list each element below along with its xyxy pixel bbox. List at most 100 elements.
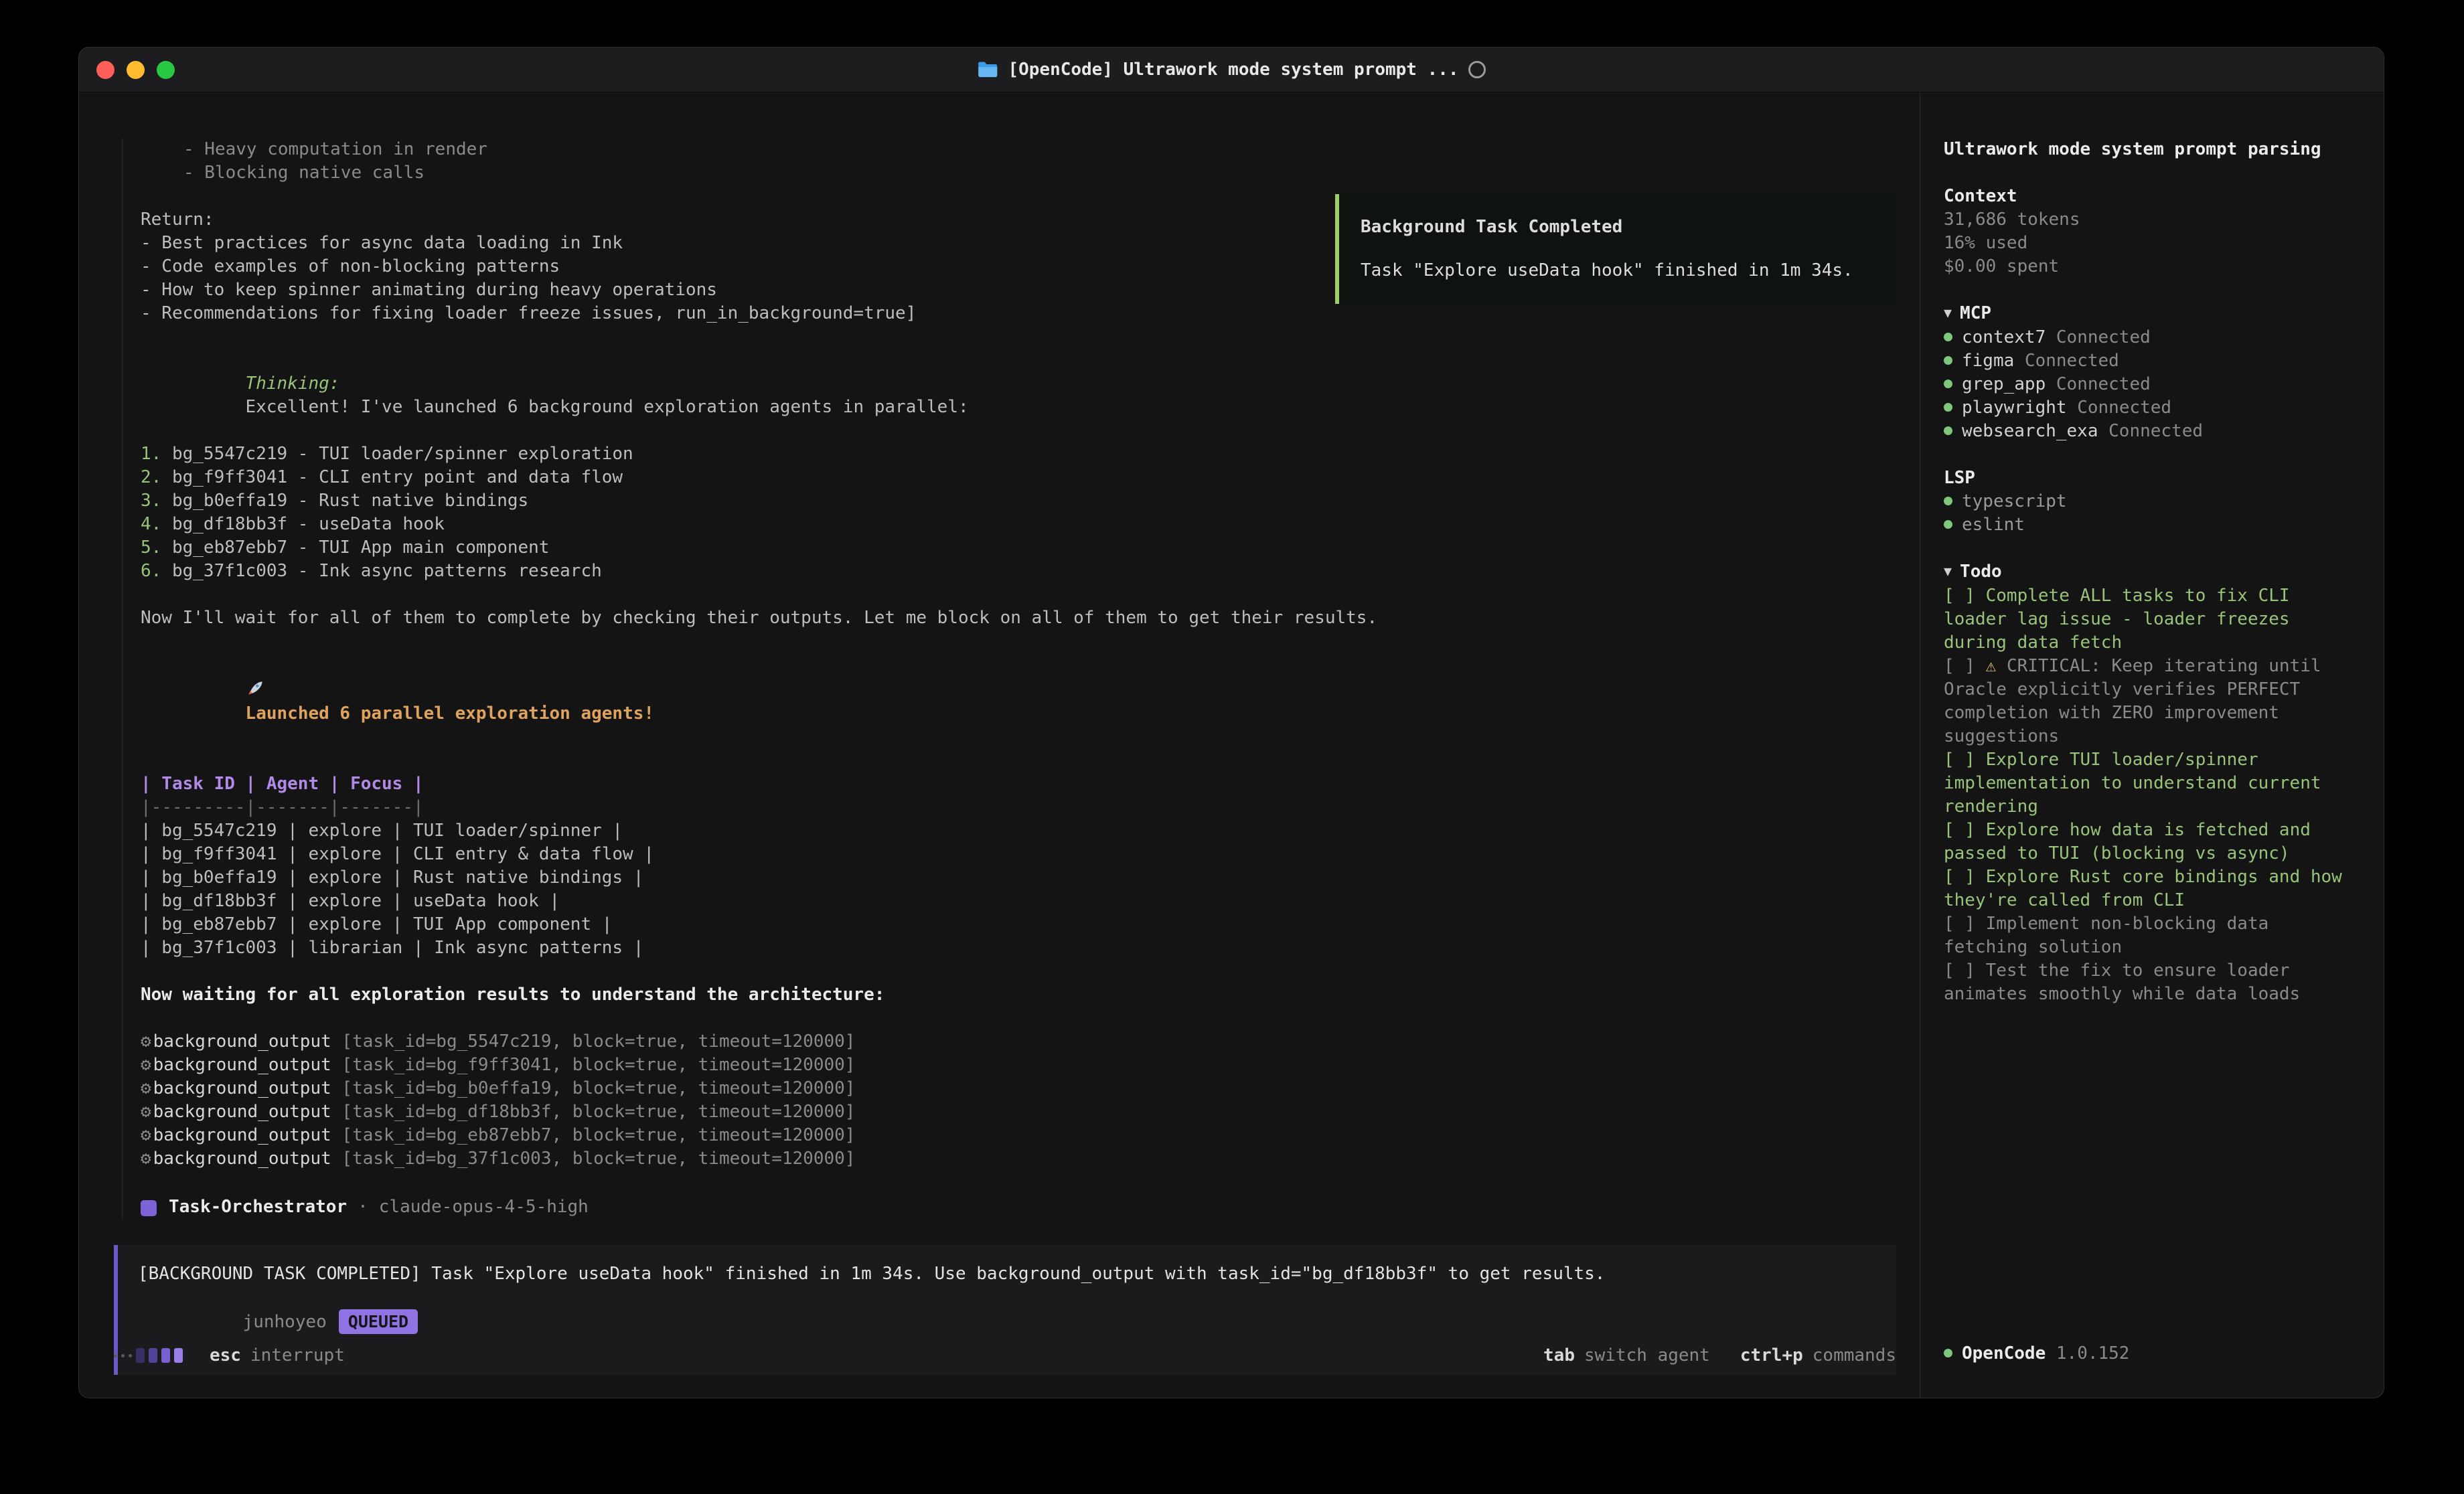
todo-text: CRITICAL: Keep iterating until Oracle ex…: [1944, 656, 2321, 746]
mcp-name: context7: [1962, 327, 2046, 347]
todo-text: Explore Rust core bindings and how they'…: [1944, 867, 2342, 910]
app-version: 1.0.152: [2056, 1343, 2130, 1363]
table-row: | bg_eb87ebb7 | explore | TUI App compon…: [141, 913, 1896, 936]
todo-checkbox: [ ]: [1944, 586, 1975, 606]
launch-text: Launched 6 parallel exploration agents!: [246, 703, 654, 724]
bg-output-line: background_output [task_id=bg_37f1c003, …: [141, 1147, 1896, 1171]
status-bar: esc interrupt tab switch agent ctrl+p co…: [114, 1345, 1896, 1365]
titlebar[interactable]: [OpenCode] Ultrawork mode system prompt …: [79, 48, 2384, 92]
terminal-main[interactable]: - Heavy computation in render - Blocking…: [79, 92, 1920, 1398]
table-row: | bg_b0effa19 | explore | Rust native bi…: [141, 866, 1896, 890]
background-task-text: [BACKGROUND TASK COMPLETED] Task "Explor…: [138, 1262, 1876, 1286]
context-used: 16% used: [1944, 232, 2347, 255]
switch-agent-label: switch agent: [1584, 1345, 1710, 1365]
transcript-line: - Heavy computation in render: [141, 138, 1896, 161]
todo-item: [ ] Test the fix to ensure loader animat…: [1944, 959, 2347, 1006]
mcp-item: playwright Connected: [1944, 396, 2347, 420]
sidebar: Ultrawork mode system prompt parsing Con…: [1920, 92, 2384, 1398]
tool-name: background_output: [153, 1149, 331, 1169]
thinking-text: Excellent! I've launched 6 background ex…: [246, 397, 969, 417]
todo-text: Test the fix to ensure loader animates s…: [1944, 961, 2300, 1004]
mcp-item: context7 Connected: [1944, 326, 2347, 349]
todo-text: Complete ALL tasks to fix CLI loader lag…: [1944, 586, 2290, 653]
table-row: | bg_5547c219 | explore | TUI loader/spi…: [141, 819, 1896, 843]
window-controls: [96, 48, 175, 92]
rocket-icon: [246, 679, 264, 697]
bg-output-line: background_output [task_id=bg_eb87ebb7, …: [141, 1124, 1896, 1147]
table-separator-row: |---------|-------|-------|: [141, 796, 1896, 819]
bg-output-line: background_output [task_id=bg_5547c219, …: [141, 1030, 1896, 1054]
launch-line: Launched 6 parallel exploration agents!: [141, 653, 1896, 749]
username: junhoyeo: [243, 1312, 327, 1332]
lsp-name: typescript: [1962, 491, 2067, 511]
agent-list-item: 4. bg_df18bb3f - useData hook: [141, 513, 1896, 536]
todo-checkbox: [ ]: [1944, 750, 1975, 770]
agent-list-item: 5. bg_eb87ebb7 - TUI App main component: [141, 536, 1896, 560]
tool-name: background_output: [153, 1125, 331, 1145]
message-agent-footer: Task-Orchestrator · claude-opus-4-5-high: [141, 1194, 1896, 1220]
todo-item: [ ] Explore TUI loader/spinner implement…: [1944, 748, 2347, 819]
todo-item: [ ] Explore how data is fetched and pass…: [1944, 819, 2347, 865]
interrupt-label: interrupt: [250, 1345, 345, 1365]
agent-number: 6.: [141, 561, 161, 581]
bg-output-line: background_output [task_id=bg_df18bb3f, …: [141, 1100, 1896, 1124]
progress-circle-icon: [1468, 61, 1486, 78]
mcp-item: grep_app Connected: [1944, 373, 2347, 396]
bg-output-line: background_output [task_id=bg_f9ff3041, …: [141, 1054, 1896, 1077]
status-dot-icon: [1944, 403, 1952, 412]
todo-checkbox: [ ]: [1944, 914, 1975, 934]
todo-checkbox: [ ]: [1944, 820, 1975, 840]
tool-name: background_output: [153, 1031, 331, 1052]
gear-icon: [141, 1055, 153, 1075]
agent-text: bg_df18bb3f - useData hook: [172, 514, 445, 534]
mcp-item: websearch_exa Connected: [1944, 420, 2347, 443]
gear-icon: [141, 1125, 153, 1145]
lsp-section: LSP typescript eslint: [1944, 467, 2347, 537]
context-header: Context: [1944, 185, 2347, 208]
mcp-status: Connected: [2077, 398, 2171, 418]
status-dot-icon: [1944, 356, 1952, 365]
todo-checkbox: [ ]: [1944, 656, 1975, 676]
toast-notification[interactable]: Background Task Completed Task "Explore …: [1335, 194, 1896, 304]
agent-number: 3.: [141, 491, 161, 511]
tool-name: background_output: [153, 1055, 331, 1075]
minimize-window-button[interactable]: [127, 61, 145, 79]
todo-checkbox: [ ]: [1944, 867, 1975, 887]
agent-number: 5.: [141, 537, 161, 558]
status-dot-icon: [1944, 520, 1952, 529]
agent-name: Task-Orchestrator: [169, 1194, 347, 1220]
mcp-header[interactable]: MCP: [1944, 302, 2347, 326]
table-header-row: | Task ID | Agent | Focus |: [141, 772, 1896, 796]
app-window: [OpenCode] Ultrawork mode system prompt …: [78, 47, 2384, 1398]
collapse-triangle-icon: [1944, 303, 1960, 323]
mcp-item: figma Connected: [1944, 349, 2347, 373]
return-item: - Recommendations for fixing loader free…: [141, 302, 1896, 325]
mcp-name: websearch_exa: [1962, 421, 2098, 441]
status-dot-icon: [1944, 1349, 1952, 1357]
todo-text: Explore how data is fetched and passed t…: [1944, 820, 2311, 863]
close-window-button[interactable]: [96, 61, 114, 79]
mcp-name: grep_app: [1962, 374, 2046, 394]
window-title-group: [OpenCode] Ultrawork mode system prompt …: [977, 60, 1485, 80]
zoom-window-button[interactable]: [157, 61, 175, 79]
status-dot-icon: [1944, 426, 1952, 435]
status-dot-icon: [1944, 380, 1952, 388]
todo-section: Todo [ ] Complete ALL tasks to fix CLI l…: [1944, 560, 2347, 1006]
agent-text: bg_5547c219 - TUI loader/spinner explora…: [172, 444, 633, 464]
separator-dot: ·: [358, 1194, 368, 1220]
mcp-section: MCP context7 Connected figma Connected g…: [1944, 302, 2347, 443]
context-tokens: 31,686 tokens: [1944, 208, 2347, 232]
gear-icon: [141, 1102, 153, 1122]
thinking-label: Thinking:: [246, 374, 340, 394]
agent-number: 4.: [141, 514, 161, 534]
tool-name: background_output: [153, 1078, 331, 1098]
agent-number: 1.: [141, 444, 161, 464]
commands-label: commands: [1813, 1345, 1896, 1365]
todo-header[interactable]: Todo: [1944, 560, 2347, 584]
todo-header-label: Todo: [1960, 562, 2002, 582]
warning-icon: ⚠: [1986, 656, 1997, 676]
folder-icon: [977, 61, 998, 79]
tool-args: [task_id=bg_5547c219, block=true, timeou…: [341, 1031, 855, 1052]
ctrlp-key-hint: ctrl+p: [1740, 1345, 1803, 1365]
context-spent: $0.00 spent: [1944, 255, 2347, 278]
